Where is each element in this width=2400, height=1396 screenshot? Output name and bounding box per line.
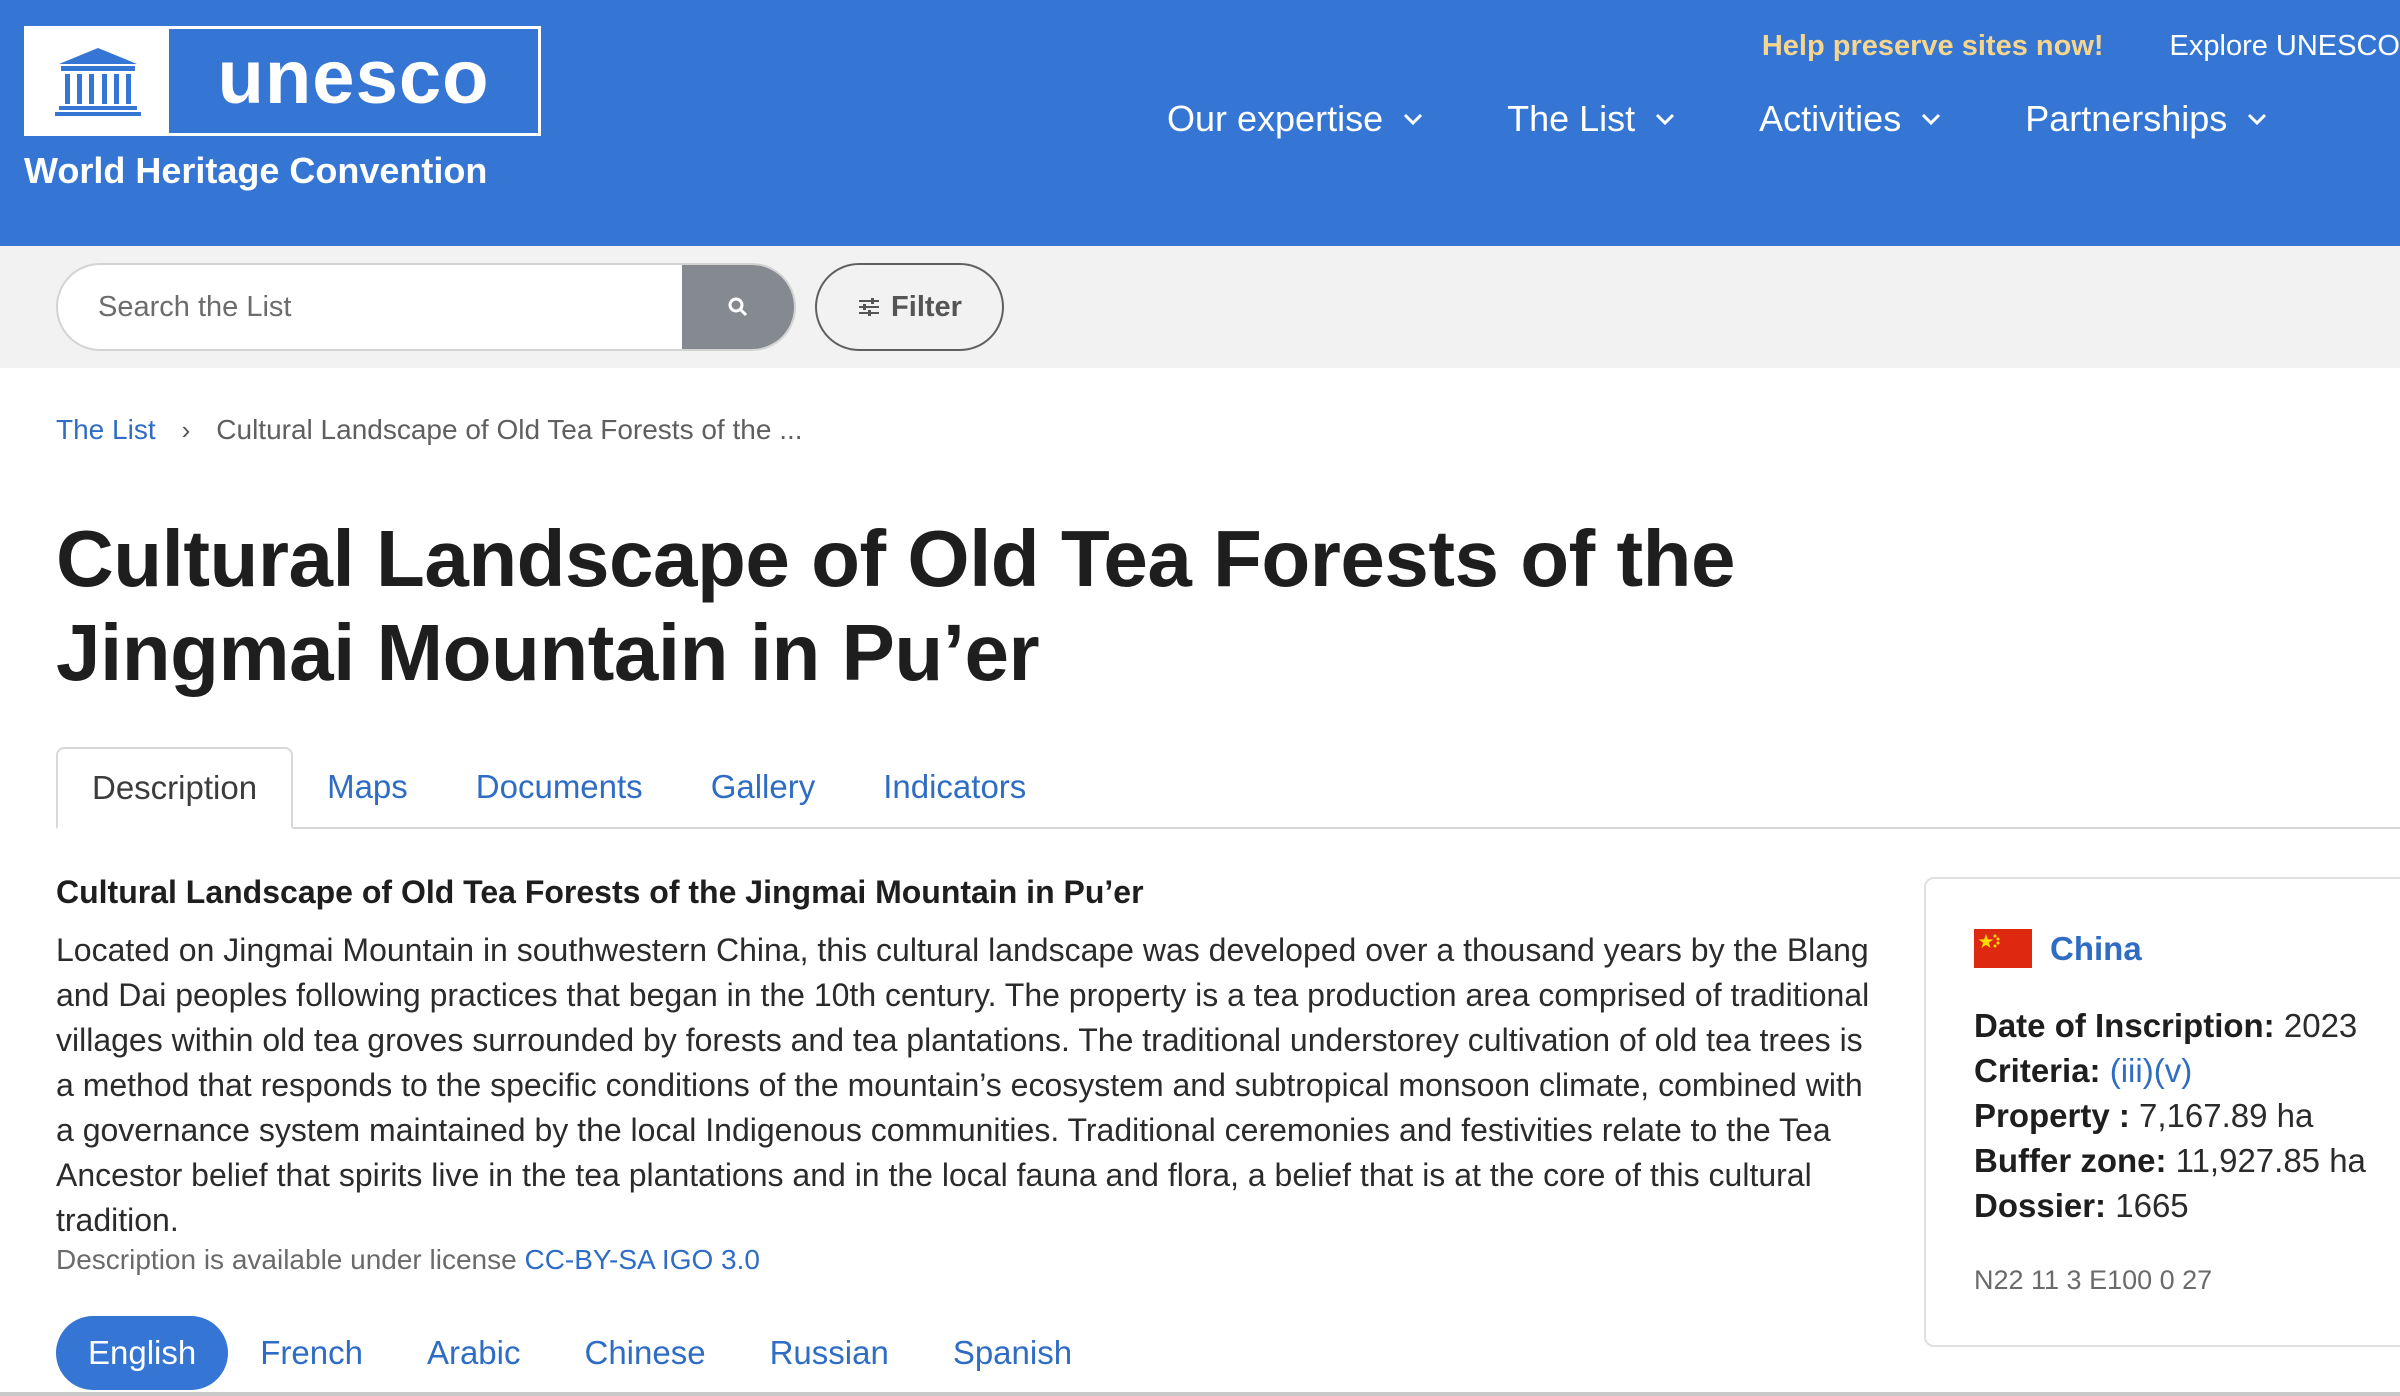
dossier: Dossier: 1665 — [1974, 1187, 2189, 1224]
lang-french[interactable]: French — [228, 1316, 395, 1390]
china-flag-icon — [1974, 929, 2032, 968]
breadcrumb-the-list[interactable]: The List — [56, 414, 156, 446]
property-area: Property : 7,167.89 ha — [1974, 1097, 2314, 1134]
content-tabs: Description Maps Documents Gallery Indic… — [56, 747, 2400, 829]
nav-label: Our expertise — [1167, 98, 1384, 139]
site-facts: Date of Inscription: 2023 Criteria: (iii… — [1974, 1003, 2366, 1228]
lang-russian[interactable]: Russian — [738, 1316, 921, 1390]
chevron-down-icon — [1656, 113, 1675, 125]
breadcrumb-current: Cultural Landscape of Old Tea Forests of… — [216, 414, 803, 445]
nav-the-list[interactable]: The List — [1507, 98, 1675, 140]
tab-gallery[interactable]: Gallery — [677, 747, 850, 827]
nav-label: The List — [1507, 98, 1636, 139]
description-heading: Cultural Landscape of Old Tea Forests of… — [56, 874, 1144, 910]
chevron-down-icon — [2248, 113, 2267, 125]
filter-label: Filter — [891, 290, 962, 323]
chevron-down-icon — [1922, 113, 1941, 125]
language-switcher: English French Arabic Chinese Russian Sp… — [56, 1316, 1104, 1390]
license-link[interactable]: CC-BY-SA IGO 3.0 — [524, 1244, 760, 1275]
nav-activities[interactable]: Activities — [1759, 98, 1941, 140]
nav-label: Activities — [1759, 98, 1902, 139]
date-of-inscription: Date of Inscription: 2023 — [1974, 1007, 2358, 1044]
search-icon — [728, 297, 748, 317]
description-body: Located on Jingmai Mountain in southwest… — [56, 932, 1870, 1238]
search-bar-area: Filter — [0, 246, 2400, 368]
nav-label: Partnerships — [2025, 98, 2228, 139]
gallery-strip-edge — [0, 1392, 2400, 1396]
main-nav: Our expertise The List Activities Partne… — [1167, 98, 2351, 140]
search-box — [56, 263, 796, 351]
tab-description[interactable]: Description — [56, 747, 294, 829]
explore-unesco-link[interactable]: Explore UNESCO — [2170, 30, 2400, 63]
help-preserve-link[interactable]: Help preserve sites now! — [1762, 30, 2104, 63]
license-note: Description is available under license C… — [56, 1244, 760, 1276]
license-prefix: Description is available under license — [56, 1244, 517, 1275]
site-subtitle[interactable]: World Heritage Convention — [24, 150, 487, 192]
criterion-iii-link[interactable]: (iii) — [2110, 1052, 2154, 1089]
unesco-temple-icon — [27, 29, 169, 133]
search-input[interactable] — [58, 265, 682, 349]
tab-maps[interactable]: Maps — [293, 747, 442, 827]
search-button[interactable] — [682, 265, 794, 349]
tab-indicators[interactable]: Indicators — [849, 747, 1060, 827]
buffer-zone: Buffer zone: 11,927.85 ha — [1974, 1142, 2366, 1179]
unesco-wordmark: unesco — [217, 34, 490, 120]
country-row: China — [1974, 929, 2142, 968]
lang-chinese[interactable]: Chinese — [553, 1316, 738, 1390]
top-links: Help preserve sites now! Explore UNESCO — [1762, 30, 2400, 63]
chevron-down-icon — [1404, 113, 1423, 125]
filter-button[interactable]: Filter — [815, 263, 1004, 351]
lang-arabic[interactable]: Arabic — [395, 1316, 553, 1390]
lang-spanish[interactable]: Spanish — [921, 1316, 1104, 1390]
breadcrumb: The List › Cultural Landscape of Old Tea… — [56, 414, 803, 446]
unesco-logo[interactable]: unesco — [24, 26, 541, 136]
site-header: unesco World Heritage Convention Help pr… — [0, 0, 2400, 246]
criteria: Criteria: (iii)(v) — [1974, 1052, 2193, 1089]
page-title: Cultural Landscape of Old Tea Forests of… — [56, 514, 1735, 697]
coordinates: N22 11 3 E100 0 27 — [1974, 1265, 2213, 1295]
chevron-right-icon: › — [181, 414, 191, 445]
tab-documents[interactable]: Documents — [442, 747, 677, 827]
filter-sliders-icon — [859, 298, 880, 316]
site-info-card: China Date of Inscription: 2023 Criteria… — [1924, 877, 2400, 1347]
criterion-v-link[interactable]: (v) — [2154, 1052, 2192, 1089]
country-link[interactable]: China — [2050, 930, 2142, 968]
nav-our-expertise[interactable]: Our expertise — [1167, 98, 1423, 140]
nav-partnerships[interactable]: Partnerships — [2025, 98, 2267, 140]
lang-english[interactable]: English — [56, 1316, 229, 1390]
